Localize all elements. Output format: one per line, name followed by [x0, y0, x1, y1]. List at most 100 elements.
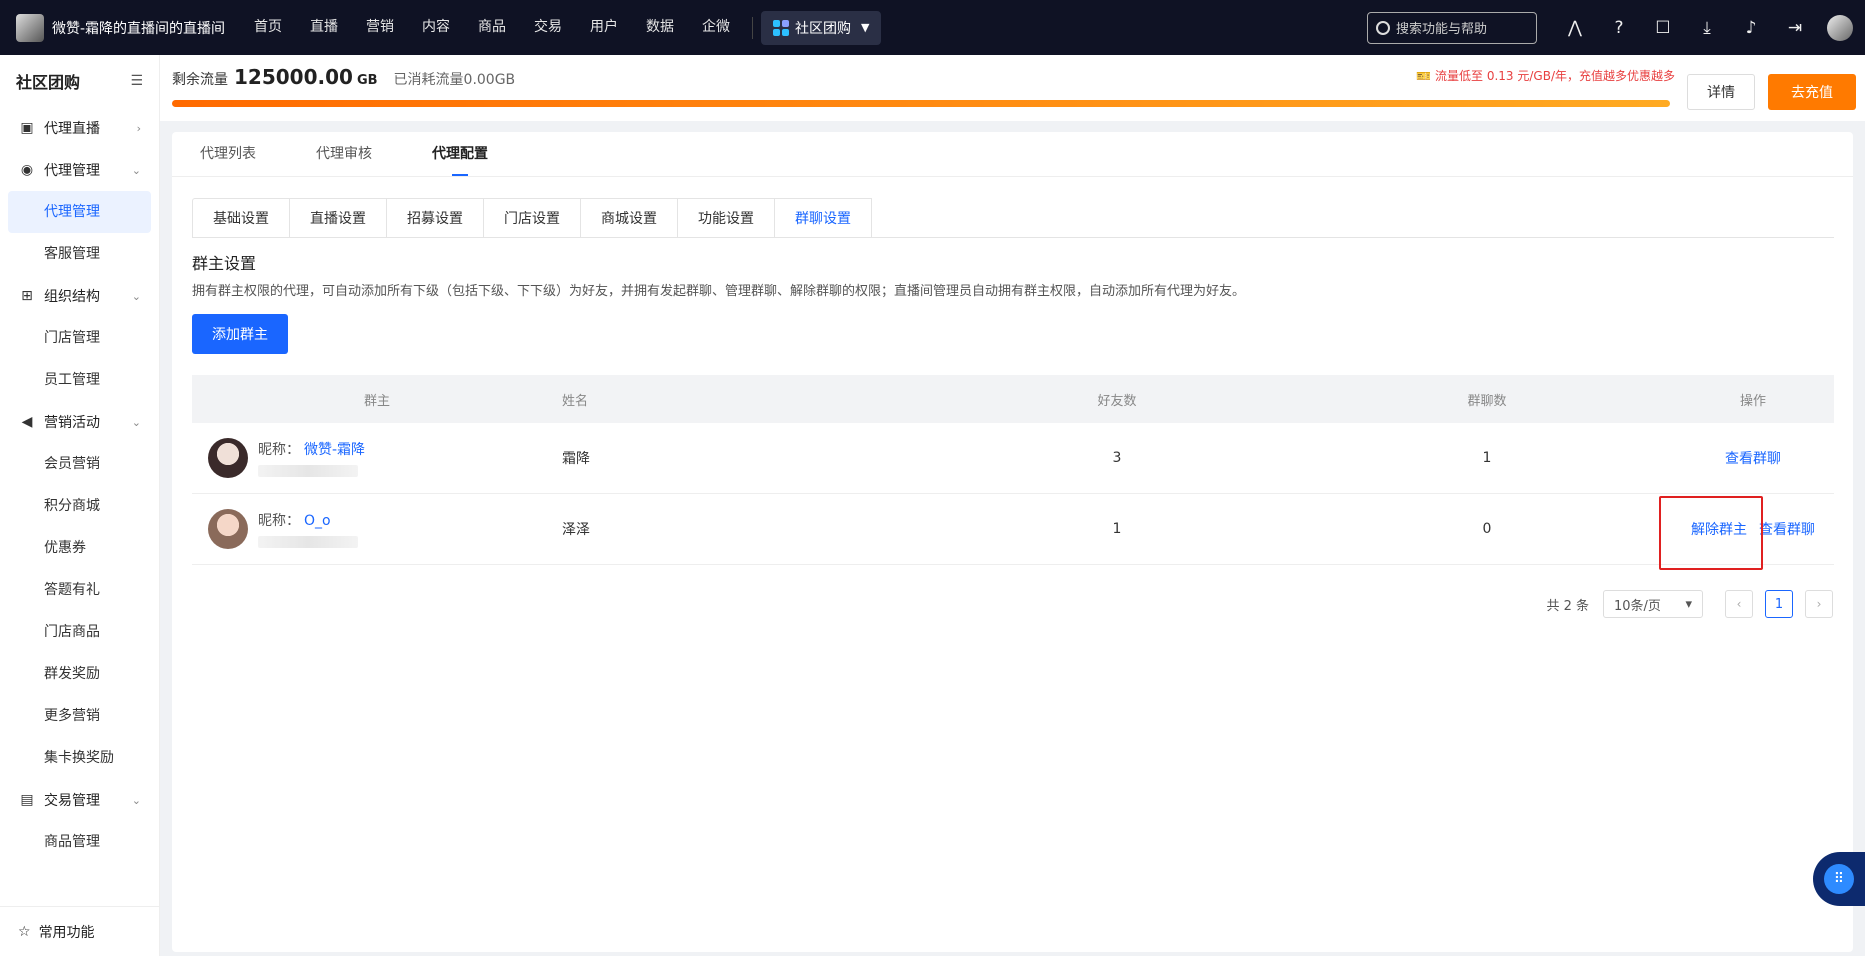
- nav-users[interactable]: 用户: [576, 0, 632, 55]
- sidebar-group-marketing[interactable]: ◀ 营销活动 ⌄: [0, 401, 159, 443]
- nav-trade[interactable]: 交易: [520, 0, 576, 55]
- subtab-basic[interactable]: 基础设置: [192, 198, 290, 238]
- agent-icon: ◉: [20, 162, 34, 178]
- robot-icon: ⠿: [1824, 864, 1854, 894]
- name-cell: 霜降: [562, 451, 590, 467]
- groups-cell: 0: [1482, 521, 1492, 537]
- detail-button[interactable]: 详情: [1687, 74, 1755, 110]
- sidebar-item-service-manage[interactable]: 客服管理: [8, 233, 151, 275]
- recharge-button[interactable]: 去充值: [1768, 74, 1856, 110]
- wallet-icon: ▤: [20, 792, 34, 808]
- sidebar-header: 社区团购 ☰: [0, 55, 159, 107]
- sidebar-item-points-mall[interactable]: 积分商城: [8, 485, 151, 527]
- ai-icon[interactable]: ⋀: [1565, 18, 1585, 38]
- view-group-chat-link[interactable]: 查看群聊: [1759, 519, 1815, 539]
- sidebar-group-label: 代理管理: [44, 163, 100, 179]
- table-row: 昵称： O_o 泽泽 1 0 解除群主 查看群聊: [192, 494, 1834, 565]
- sidebar-item-store-goods[interactable]: 门店商品: [8, 611, 151, 653]
- nav-goods[interactable]: 商品: [464, 0, 520, 55]
- sidebar-item-goods-manage[interactable]: 商品管理: [8, 821, 151, 863]
- subtab-recruit[interactable]: 招募设置: [387, 198, 484, 238]
- sidebar-title: 社区团购: [16, 73, 81, 92]
- sidebar-item-store-manage[interactable]: 门店管理: [8, 317, 151, 359]
- sidebar-item-more-marketing[interactable]: 更多营销: [8, 695, 151, 737]
- sidebar-item-member-marketing[interactable]: 会员营销: [8, 443, 151, 485]
- subtab-live[interactable]: 直播设置: [290, 198, 387, 238]
- prev-page-button[interactable]: ‹: [1725, 590, 1753, 618]
- brand-avatar: [16, 13, 44, 42]
- user-avatar[interactable]: [1827, 14, 1853, 41]
- nav-home[interactable]: 首页: [240, 0, 296, 55]
- sidebar-item-coupon[interactable]: 优惠券: [8, 527, 151, 569]
- megaphone-icon: ◀: [21, 414, 33, 430]
- subtab-store[interactable]: 门店设置: [484, 198, 581, 238]
- search-icon: [1376, 20, 1390, 35]
- assistant-float-button[interactable]: ⠿: [1813, 852, 1865, 906]
- sidebar-item-group-reward[interactable]: 群发奖励: [8, 653, 151, 695]
- logout-icon[interactable]: ⇥: [1785, 18, 1805, 38]
- org-icon: ⊞: [21, 288, 33, 304]
- chevron-down-icon: ▼: [861, 21, 870, 34]
- sidebar-common-functions[interactable]: ☆ 常用功能: [0, 906, 160, 956]
- nav-live[interactable]: 直播: [296, 0, 352, 55]
- sidebar-item-agent-manage[interactable]: 代理管理: [8, 191, 151, 233]
- actions-cell: 查看群聊: [1672, 448, 1834, 468]
- avatar: [208, 509, 248, 549]
- page-size-select[interactable]: 10条/页 ▾: [1603, 590, 1703, 618]
- caret-down-icon: ▾: [1685, 596, 1692, 612]
- traffic-unit: GB: [356, 73, 378, 88]
- view-group-chat-link[interactable]: 查看群聊: [1725, 451, 1781, 467]
- add-group-owner-button[interactable]: 添加群主: [192, 314, 288, 354]
- main-content: 代理列表 代理审核 代理配置 基础设置 直播设置 招募设置 门店设置 商城设置 …: [172, 132, 1853, 952]
- nav-content[interactable]: 内容: [408, 0, 464, 55]
- sidebar-group-org[interactable]: ⊞ 组织结构 ⌄: [0, 275, 159, 317]
- sidebar-item-staff-manage[interactable]: 员工管理: [8, 359, 151, 401]
- nick-link[interactable]: O_o: [304, 513, 331, 529]
- traffic-promo[interactable]: 🎫 流量低至 0.13 元/GB/年，充值越多优惠越多: [1416, 67, 1675, 84]
- col-name: 姓名: [562, 393, 589, 409]
- traffic-label: 剩余流量: [172, 72, 228, 88]
- sidebar-item-quiz[interactable]: 答题有礼: [8, 569, 151, 611]
- nick-link[interactable]: 微赞-霜降: [304, 442, 365, 458]
- download-icon[interactable]: ⤓: [1697, 18, 1717, 38]
- config-subtabs: 基础设置 直播设置 招募设置 门店设置 商城设置 功能设置 群聊设置: [192, 198, 872, 238]
- page-number[interactable]: 1: [1765, 590, 1793, 618]
- tab-agent-review[interactable]: 代理审核: [300, 132, 388, 176]
- traffic-used: 已消耗流量0.00GB: [393, 72, 516, 88]
- owner-cell: 昵称： O_o: [192, 509, 562, 549]
- app-switcher[interactable]: 社区团购 ▼: [761, 10, 882, 45]
- col-owner: 群主: [363, 393, 390, 409]
- search-input[interactable]: 搜索功能与帮助: [1367, 11, 1537, 44]
- app-switcher-label: 社区团购: [795, 20, 851, 37]
- search-placeholder: 搜索功能与帮助: [1396, 22, 1488, 37]
- redacted-id: [258, 536, 358, 548]
- live-icon: ▣: [20, 120, 34, 136]
- col-groups: 群聊数: [1467, 393, 1507, 409]
- sidebar-group-agent-live[interactable]: ▣ 代理直播 ›: [0, 107, 159, 149]
- tab-agent-list[interactable]: 代理列表: [184, 132, 272, 176]
- brand[interactable]: 微赞-霜降的直播间的直播间: [0, 13, 240, 42]
- nav-marketing[interactable]: 营销: [352, 0, 408, 55]
- help-icon[interactable]: ?: [1609, 18, 1629, 38]
- traffic-progress-bar: [172, 100, 1670, 107]
- chevron-down-icon: ⌄: [131, 289, 141, 303]
- bell-icon[interactable]: ♪: [1741, 18, 1761, 38]
- table-header: 群主 姓名 好友数 群聊数 操作: [192, 375, 1834, 423]
- subtab-group-chat[interactable]: 群聊设置: [775, 198, 872, 238]
- bookmark-icon[interactable]: ☐: [1653, 18, 1673, 38]
- sidebar-group-trade[interactable]: ▤ 交易管理 ⌄: [0, 779, 159, 821]
- nav-data[interactable]: 数据: [632, 0, 688, 55]
- collapse-icon[interactable]: ☰: [130, 73, 143, 89]
- sidebar-group-agent-manage[interactable]: ◉ 代理管理 ⌄: [0, 149, 159, 191]
- redacted-id: [258, 465, 358, 477]
- sidebar-group-label: 交易管理: [44, 793, 100, 809]
- tab-agent-config[interactable]: 代理配置: [416, 132, 504, 176]
- app-grid-icon: [773, 19, 789, 36]
- subtab-mall[interactable]: 商城设置: [581, 198, 678, 238]
- nav-wecom[interactable]: 企微: [688, 0, 744, 55]
- subtab-function[interactable]: 功能设置: [678, 198, 775, 238]
- sidebar-item-card-reward[interactable]: 集卡换奖励: [8, 737, 151, 779]
- col-actions: 操作: [1739, 393, 1766, 409]
- friends-cell: 3: [1112, 450, 1122, 466]
- next-page-button[interactable]: ›: [1805, 590, 1833, 618]
